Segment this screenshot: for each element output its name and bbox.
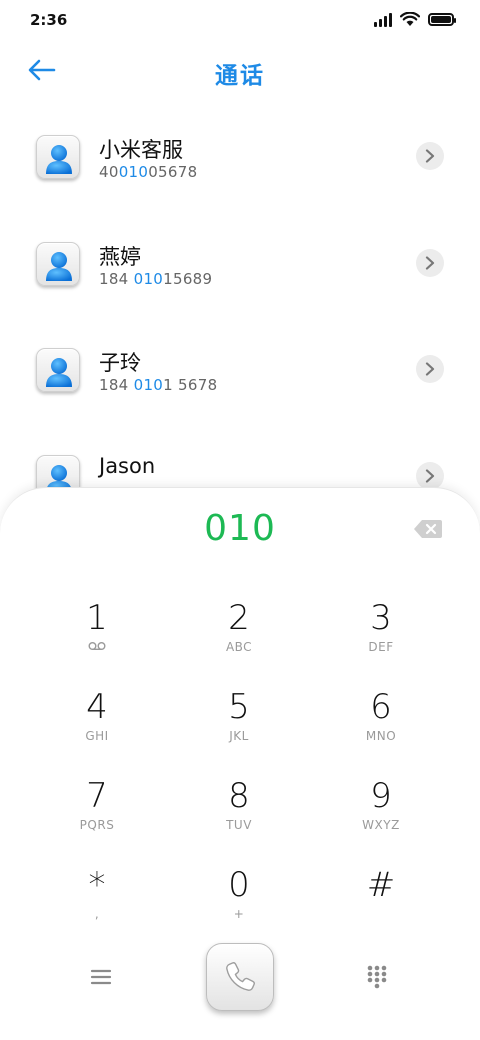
- key-hash[interactable]: #: [321, 865, 441, 945]
- contact-name: 燕婷: [99, 244, 141, 269]
- matched-digits: 010: [133, 269, 164, 288]
- key-8[interactable]: 8 TUV: [179, 776, 299, 856]
- battery-icon: [428, 13, 456, 26]
- status-bar: 2:36: [0, 0, 480, 40]
- chevron-right-icon: [425, 255, 435, 270]
- contact-detail-button[interactable]: [416, 355, 444, 383]
- chevron-right-icon: [425, 468, 435, 483]
- key-5[interactable]: 5 JKL: [179, 687, 299, 767]
- contact-number: 4001005678: [99, 163, 198, 181]
- dialer-bottom-bar: [0, 943, 480, 1013]
- contact-number: 184 0101 5678: [99, 376, 218, 394]
- key-0[interactable]: 0 +: [179, 865, 299, 945]
- dial-pad-panel: 010 1 2 ABC 3 DEF 4 GHI 5 JKL 6 MNO 7 PQ…: [0, 487, 480, 1040]
- contact-number: 184 01015689: [99, 269, 213, 288]
- contact-detail-button[interactable]: [416, 461, 444, 490]
- key-3[interactable]: 3 DEF: [321, 598, 441, 678]
- matched-digits: 010: [133, 376, 164, 394]
- backspace-button[interactable]: [413, 518, 443, 540]
- phone-dialer-screen: 2:36 通话 小米客服 4001005678 燕婷 184 01015689 …: [0, 0, 480, 1040]
- dialed-number: 010: [204, 508, 276, 549]
- key-star[interactable]: * ,: [37, 865, 157, 945]
- contact-name: 小米客服: [99, 138, 183, 162]
- key-1[interactable]: 1: [37, 598, 157, 678]
- contact-row[interactable]: 小米客服 4001005678: [0, 105, 480, 212]
- key-2[interactable]: 2 ABC: [179, 598, 299, 678]
- dialpad-icon: [367, 965, 387, 989]
- keypad-toggle-button[interactable]: [366, 964, 388, 990]
- contact-name: 子玲: [99, 351, 141, 375]
- contact-avatar-icon: [36, 348, 80, 392]
- contact-detail-button[interactable]: [416, 248, 444, 277]
- header: 通话: [0, 44, 480, 96]
- contact-list: 小米客服 4001005678 燕婷 184 01015689 子玲 184 0…: [0, 105, 480, 531]
- matched-digits: 010: [118, 163, 149, 181]
- menu-button[interactable]: [90, 967, 114, 989]
- contact-row[interactable]: 子玲 184 0101 5678: [0, 318, 480, 425]
- contact-detail-button[interactable]: [416, 142, 444, 170]
- voicemail-icon: [88, 642, 106, 650]
- call-button[interactable]: [206, 943, 274, 1011]
- contact-name: Jason: [99, 453, 156, 478]
- wifi-icon: [400, 12, 420, 26]
- key-6[interactable]: 6 MNO: [321, 687, 441, 767]
- key-4[interactable]: 4 GHI: [37, 687, 157, 767]
- contact-row[interactable]: 燕婷 184 01015689: [0, 212, 480, 319]
- chevron-right-icon: [425, 149, 435, 163]
- menu-icon: [90, 969, 112, 985]
- key-9[interactable]: 9 WXYZ: [321, 776, 441, 856]
- phone-icon: [226, 962, 255, 991]
- signal-icon: [374, 12, 392, 27]
- status-icons: [374, 12, 456, 27]
- page-title: 通话: [215, 63, 265, 89]
- backspace-icon: [414, 520, 442, 538]
- contact-avatar-icon: [36, 135, 80, 179]
- chevron-right-icon: [425, 362, 435, 376]
- contact-avatar-icon: [36, 241, 80, 286]
- key-7[interactable]: 7 PQRS: [37, 776, 157, 856]
- status-time: 2:36: [30, 11, 68, 29]
